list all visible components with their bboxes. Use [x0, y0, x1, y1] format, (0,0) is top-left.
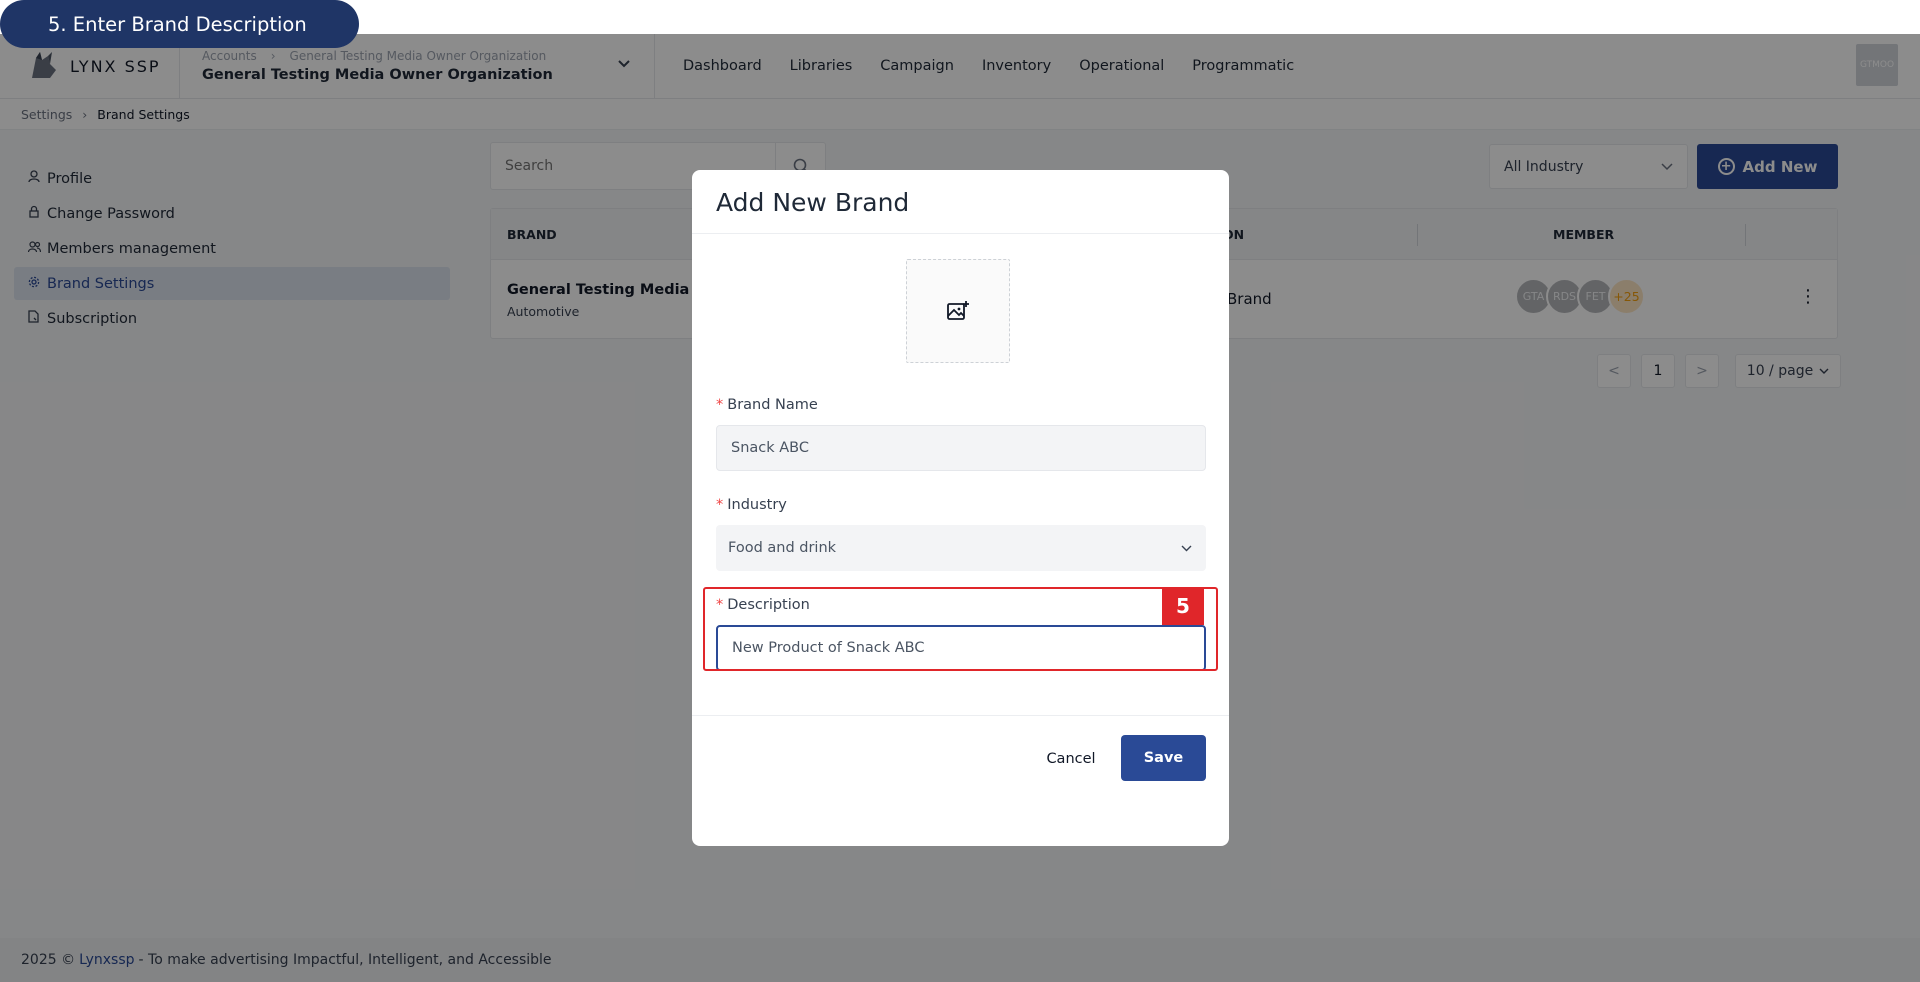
brand-name-input[interactable] — [716, 425, 1206, 471]
brand-name-label: * Brand Name — [716, 397, 818, 413]
brand-name-label-text: Brand Name — [727, 397, 818, 413]
industry-label: * Industry — [716, 497, 787, 513]
step-number-badge: 5 — [1162, 587, 1204, 625]
chevron-down-icon — [1181, 545, 1192, 551]
cancel-button[interactable]: Cancel — [1032, 736, 1110, 782]
required-mark: * — [716, 397, 724, 413]
modal-title: Add New Brand — [716, 188, 910, 217]
required-mark: * — [716, 497, 724, 513]
save-button[interactable]: Save — [1121, 735, 1206, 781]
industry-select-value: Food and drink — [728, 540, 837, 556]
modal-divider — [692, 233, 1229, 234]
logo-upload-box[interactable] — [906, 259, 1010, 363]
industry-select[interactable]: Food and drink — [716, 525, 1206, 571]
industry-label-text: Industry — [727, 497, 787, 513]
step-label-pill: 5. Enter Brand Description — [0, 0, 359, 48]
modal-footer-divider — [692, 715, 1229, 716]
add-brand-modal: Add New Brand *Brand Name *Industry Food… — [692, 170, 1229, 846]
image-add-icon — [947, 301, 969, 320]
step-highlight-frame — [703, 587, 1218, 671]
